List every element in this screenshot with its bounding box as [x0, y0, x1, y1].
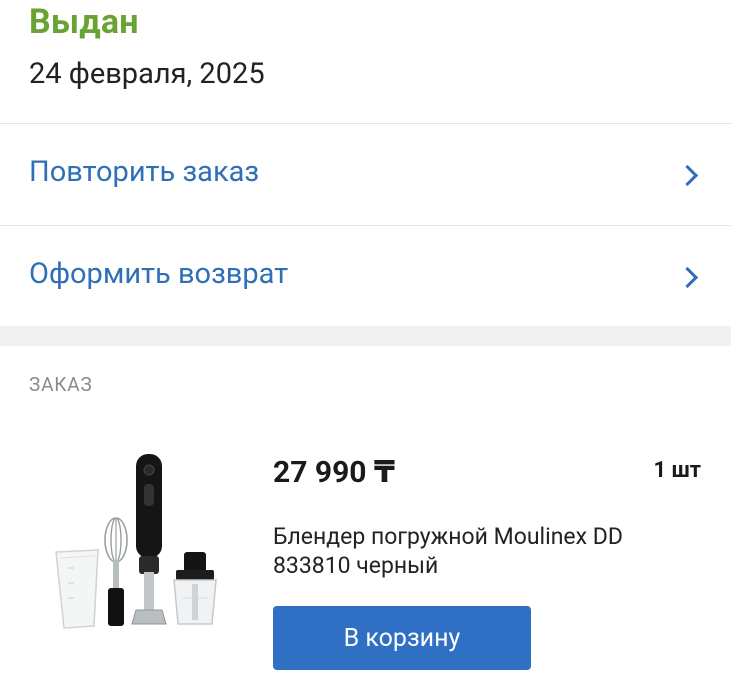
add-to-cart-button[interactable]: В корзину: [273, 606, 531, 670]
repeat-order-label: Повторить заказ: [29, 155, 260, 189]
return-order-label: Оформить возврат: [29, 257, 289, 291]
chevron-right-icon: [676, 164, 699, 187]
product-price: 27 990 ₸: [273, 455, 395, 490]
section-separator: [0, 326, 731, 346]
return-order-button[interactable]: Оформить возврат: [0, 226, 731, 326]
order-date: 24 февраля, 2025: [29, 57, 265, 91]
order-status: Выдан: [29, 2, 139, 42]
product-quantity: 1 шт: [653, 458, 701, 483]
chevron-right-icon: [676, 266, 699, 289]
order-details-page: Выдан 24 февраля, 2025 Повторить заказ О…: [0, 0, 731, 700]
product-name[interactable]: Блендер погружной Moulinex DD 833810 чер…: [273, 522, 693, 580]
blender-product-image[interactable]: [48, 448, 228, 638]
order-section-label: ЗАКАЗ: [29, 373, 93, 396]
order-status-block: Выдан 24 февраля, 2025: [0, 0, 731, 124]
repeat-order-button[interactable]: Повторить заказ: [0, 124, 731, 224]
